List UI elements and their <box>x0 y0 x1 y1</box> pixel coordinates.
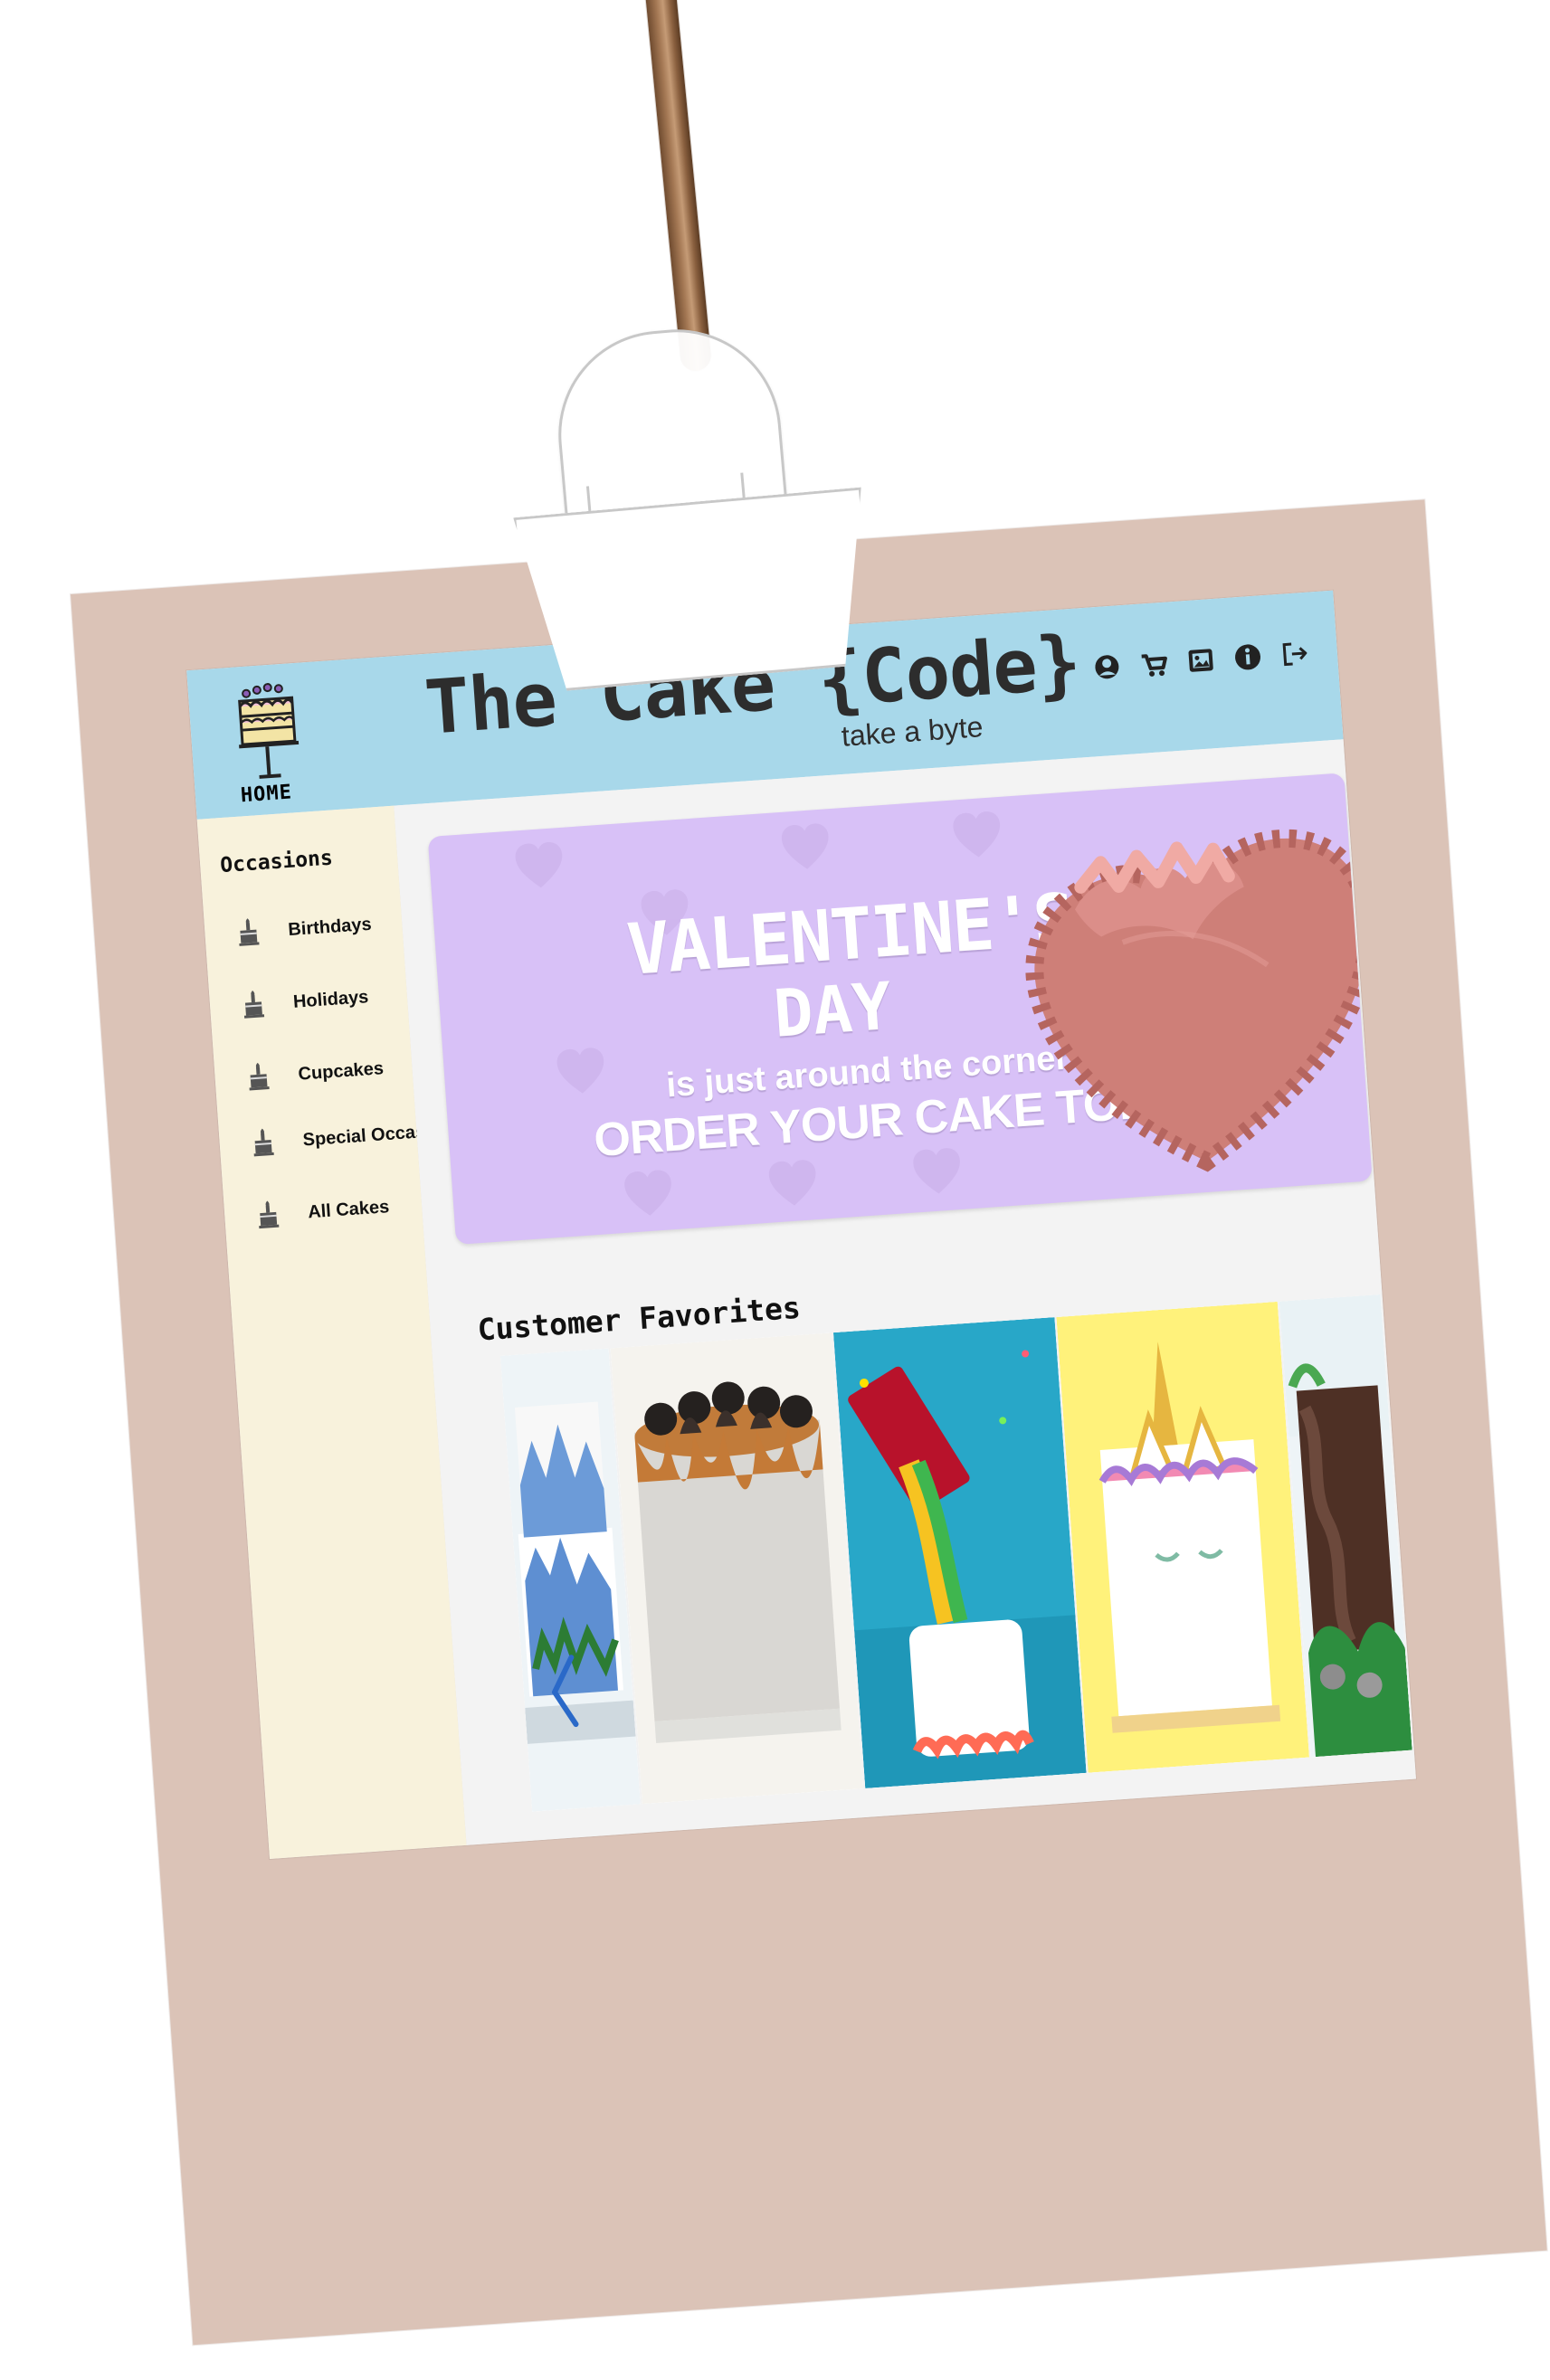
sidebar-item-all-cakes[interactable]: All Cakes <box>254 1191 390 1231</box>
photo-frame: HOME The Cake {Code} take a byte Occasio… <box>71 499 1547 2346</box>
cake-icon <box>259 1200 280 1229</box>
website-screenshot: HOME The Cake {Code} take a byte Occasio… <box>186 590 1416 1860</box>
info-icon[interactable] <box>1231 640 1264 673</box>
hanging-string <box>642 0 713 373</box>
cake-stand-icon <box>238 683 300 779</box>
heart-icon <box>781 823 829 869</box>
cake-icon <box>249 1062 270 1091</box>
cake-icon <box>253 1128 274 1157</box>
cake-icon <box>243 991 265 1019</box>
customer-favorites-carousel[interactable] <box>499 1294 1413 1818</box>
cart-icon[interactable] <box>1137 648 1170 680</box>
home-label: HOME <box>240 781 293 808</box>
home-link[interactable]: HOME <box>225 671 316 808</box>
heart-icon <box>768 1160 816 1206</box>
promo-title-line-2: DAY <box>771 967 894 1052</box>
oreo-caramel-cake-image <box>610 1332 864 1805</box>
oreo-caramel-cake-card[interactable] <box>610 1332 868 1805</box>
app-page: HOME The Cake {Code} take a byte Occasio… <box>0 0 1550 2380</box>
sidebar-item-cupcakes[interactable]: Cupcakes <box>245 1053 385 1094</box>
chevron-left-icon <box>551 1655 579 1728</box>
heart-icon <box>913 1148 960 1194</box>
heart-cake-image <box>1025 829 1373 1172</box>
main-content: VALENTINE'S DAY is just around the corne… <box>394 739 1416 1845</box>
logout-icon[interactable] <box>1279 638 1311 670</box>
gallery-icon[interactable] <box>1184 644 1217 677</box>
valentines-promo-banner[interactable]: VALENTINE'S DAY is just around the corne… <box>427 773 1373 1246</box>
unicorn-cake-card[interactable] <box>1056 1301 1314 1773</box>
skittles-cake-card[interactable] <box>832 1316 1090 1788</box>
account-icon[interactable] <box>1090 650 1123 683</box>
cake-icon <box>239 918 260 946</box>
heart-icon <box>624 1170 671 1216</box>
sidebar-item-label: Birthdays <box>287 914 373 940</box>
heart-icon <box>515 842 563 888</box>
sidebar-item-holidays[interactable]: Holidays <box>240 981 369 1021</box>
sidebar-item-label: Holidays <box>292 986 369 1012</box>
sidebar-heading: Occasions <box>219 846 334 878</box>
carousel-previous-button[interactable] <box>544 1650 585 1734</box>
sidebar-item-birthdays[interactable]: Birthdays <box>234 909 372 949</box>
sidebar-item-label: All Cakes <box>307 1196 390 1222</box>
heart-icon <box>556 1048 604 1094</box>
sidebar-item-label: Cupcakes <box>297 1057 385 1085</box>
header-icon-bar <box>1090 638 1311 684</box>
unicorn-cake-image <box>1056 1301 1310 1773</box>
skittles-cake-image <box>832 1317 1087 1788</box>
clip-base <box>513 488 877 695</box>
